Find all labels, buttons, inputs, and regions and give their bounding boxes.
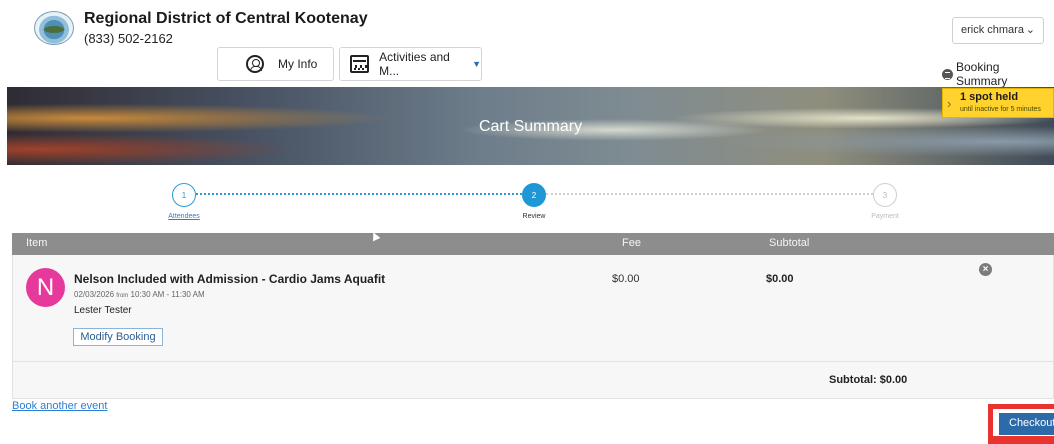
cart-table-header: Item Fee Subtotal [12, 233, 1054, 255]
fee-column-header: Fee [622, 237, 641, 249]
activities-menu-button[interactable]: Activities and M... ▼ [339, 47, 482, 81]
step-payment-label: Payment [871, 213, 899, 220]
booking-summary-label: Booking Summary [956, 60, 1008, 88]
modify-booking-button[interactable]: Modify Booking [73, 328, 163, 346]
calendar-icon [350, 55, 370, 73]
subtotal-column-header: Subtotal [769, 237, 810, 249]
user-account-select[interactable]: erick chmara ⌄ [952, 17, 1044, 44]
item-column-header: Item [26, 237, 48, 249]
org-phone: (833) 502-2162 [84, 31, 173, 46]
my-info-label: My Info [278, 57, 318, 71]
avatar: N [26, 268, 65, 307]
booking-summary-link[interactable]: Booking Summary [942, 60, 1054, 88]
spot-held-title: 1 spot held [960, 91, 1019, 103]
cart-item-attendee: Lester Tester [74, 305, 132, 316]
my-info-button[interactable]: My Info [217, 47, 334, 81]
cart-item-title: Nelson Included with Admission - Cardio … [74, 272, 386, 286]
step-attendees-link[interactable]: Attendees [154, 213, 214, 220]
remove-item-icon[interactable]: × [979, 263, 992, 276]
cart-item-date: 02/03/2026 [74, 290, 115, 299]
step-review-label: Review [522, 213, 546, 220]
step-attendees-circle[interactable]: 1 [172, 183, 196, 207]
cart-item-fee: $0.00 [612, 273, 640, 285]
chevron-down-icon: ⌄ [1025, 24, 1035, 36]
stepper-remaining-line [546, 193, 873, 195]
cart-item-schedule: 02/03/2026 from 10:30 AM - 11:30 AM [74, 290, 205, 299]
stepper-progress-line [196, 193, 522, 195]
user-circle-icon [246, 55, 264, 73]
step-review-circle: 2 [522, 183, 546, 207]
activities-menu-label: Activities and M... [379, 50, 450, 78]
page-title: Cart Summary [478, 118, 583, 135]
cart-subtotal: Subtotal: $0.00 [829, 374, 908, 386]
cart-item-time: 10:30 AM - 11:30 AM [130, 290, 205, 299]
divider [12, 361, 1054, 362]
org-logo[interactable] [34, 11, 74, 45]
step-payment-circle: 3 [873, 183, 897, 207]
cart-item-from-label: from [116, 293, 129, 299]
chevron-right-icon: › [947, 96, 952, 111]
spot-held-subtitle: until inactive for 5 minutes [960, 106, 1041, 113]
caret-down-icon: ▼ [472, 59, 481, 69]
cart-item-subtotal: $0.00 [766, 273, 794, 285]
org-name: Regional District of Central Kootenay [84, 10, 368, 27]
book-another-event-link[interactable]: Book another event [12, 400, 107, 412]
list-icon [942, 68, 953, 80]
checkout-button[interactable]: Checkout [999, 413, 1054, 435]
cart-summary-banner: Cart Summary [7, 87, 1054, 165]
user-account-name: erick chmara [961, 24, 1024, 36]
spot-held-notice[interactable]: › 1 spot held until inactive for 5 minut… [942, 88, 1054, 118]
checkout-highlight-frame-bottom [988, 436, 1054, 444]
